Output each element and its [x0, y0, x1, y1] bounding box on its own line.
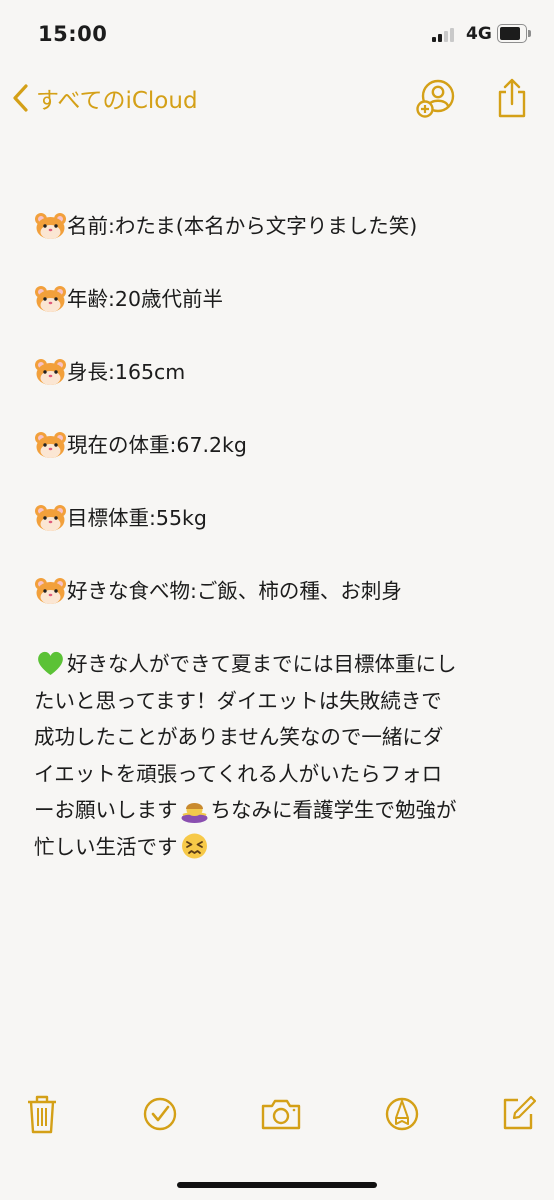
persevering-face-icon: [181, 833, 207, 859]
note-line-text: 好きな食べ物:ご飯、柿の種、お刺身: [67, 579, 402, 603]
status-time: 15:00: [38, 22, 108, 46]
compose-icon[interactable]: [500, 1090, 536, 1142]
checklist-icon[interactable]: [138, 1090, 182, 1142]
nav-bar: すべてのiCloud: [0, 70, 554, 126]
person-add-icon[interactable]: [414, 78, 458, 118]
note-line-text: 目標体重:55kg: [67, 506, 207, 530]
note-line-text: 身長:165cm: [67, 360, 186, 384]
paragraph-line: ーお願いします ちなみに看護学生で勉強が: [34, 792, 524, 829]
note-line-name: 名前:わたま(本名から文字りました笑): [34, 208, 524, 244]
paragraph-line: 成功したことがありません笑なので一緒にダ: [34, 725, 444, 750]
hamster-icon: [35, 359, 66, 385]
back-button[interactable]: すべてのiCloud: [10, 80, 198, 116]
note-body[interactable]: 名前:わたま(本名から文字りました笑) 年齢:20歳代前半 身長:165cm 現…: [34, 208, 524, 866]
paragraph-line: 忙しい生活です: [34, 829, 524, 866]
note-paragraph: 好きな人ができて夏までには目標体重にし たいと思ってます！ダイエットは失敗続きで…: [34, 646, 524, 866]
paragraph-text: ーお願いします: [34, 798, 178, 823]
paragraph-line: イエットを頑張ってくれる人がいたらフォロ: [34, 761, 443, 786]
hamster-icon: [35, 505, 66, 531]
battery-icon: [497, 24, 531, 43]
bowing-person-icon: [181, 803, 207, 824]
green-heart-icon: [38, 651, 63, 675]
share-icon[interactable]: [494, 76, 530, 120]
paragraph-text: 忙しい生活です: [34, 834, 178, 859]
note-line-text: 年齢:20歳代前半: [67, 287, 223, 311]
note-line-goal-weight: 目標体重:55kg: [34, 500, 524, 536]
paragraph-line: たいと思ってます！ダイエットは失敗続きで: [34, 688, 442, 713]
network-type: 4G: [466, 24, 492, 44]
note-line-age: 年齢:20歳代前半: [34, 281, 524, 317]
status-bar: 15:00 4G: [0, 0, 554, 70]
back-label: すべてのiCloud: [36, 88, 198, 114]
trash-icon[interactable]: [20, 1090, 64, 1142]
note-line-text: 名前:わたま(本名から文字りました笑): [67, 214, 418, 238]
hamster-icon: [35, 286, 66, 312]
paragraph-text: 好きな人ができて夏までには目標体重にし: [67, 652, 457, 676]
note-line-favorite-food: 好きな食べ物:ご飯、柿の種、お刺身: [34, 573, 524, 609]
hamster-icon: [35, 432, 66, 458]
paragraph-line: 好きな人ができて夏までには目標体重にし: [34, 646, 524, 683]
home-indicator[interactable]: [177, 1182, 377, 1188]
note-line-current-weight: 現在の体重:67.2kg: [34, 427, 524, 463]
signal-icon: [432, 26, 460, 42]
hamster-icon: [35, 213, 66, 239]
chevron-left-icon: [13, 84, 28, 112]
note-line-height: 身長:165cm: [34, 354, 524, 390]
bottom-toolbar: [0, 1090, 554, 1150]
paragraph-text: ちなみに看護学生で勉強が: [210, 798, 457, 823]
camera-icon[interactable]: [258, 1090, 304, 1142]
note-line-text: 現在の体重:67.2kg: [67, 433, 247, 457]
hamster-icon: [35, 578, 66, 604]
markup-icon[interactable]: [380, 1090, 424, 1142]
